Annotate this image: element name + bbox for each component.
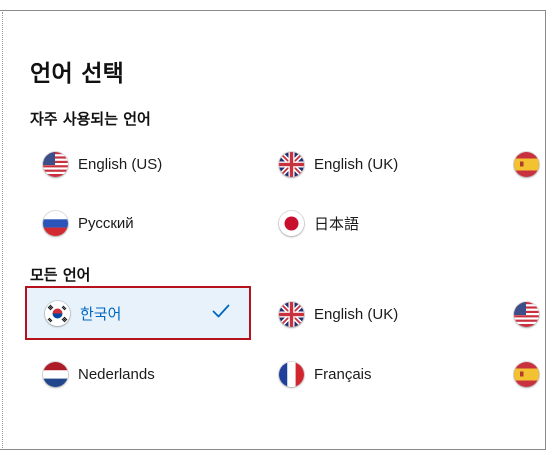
ru-flag-icon	[43, 210, 68, 236]
language-option-english-us[interactable]: English (US)	[43, 144, 162, 184]
language-option-spanish[interactable]	[514, 144, 549, 184]
nl-flag-icon	[43, 361, 68, 387]
language-label: English (US)	[78, 155, 163, 173]
checkmark-icon	[211, 301, 231, 321]
us-flag-icon	[43, 151, 68, 177]
jp-flag-icon	[279, 210, 304, 236]
language-label: Nederlands	[78, 365, 155, 383]
language-option-english-uk[interactable]: English (UK)	[279, 144, 398, 184]
language-option-english-us[interactable]	[514, 294, 549, 334]
language-option-korean[interactable]: 한국어	[25, 286, 251, 340]
dialog-title: 언어 선택	[30, 61, 125, 87]
us-flag-icon	[514, 301, 539, 327]
language-label: English (UK)	[314, 305, 399, 323]
kr-flag-icon	[45, 300, 70, 326]
language-label: 日本語	[314, 215, 360, 233]
es-flag-icon	[514, 151, 539, 177]
uk-flag-icon	[279, 301, 304, 327]
fr-flag-icon	[279, 361, 304, 387]
uk-flag-icon	[279, 151, 304, 177]
frequent-languages-heading: 자주 사용되는 언어	[30, 110, 151, 128]
language-label: Русский	[78, 214, 134, 232]
language-option-russian[interactable]: Русский	[43, 203, 134, 243]
language-label: 한국어	[80, 305, 122, 323]
language-option-dutch[interactable]: Nederlands	[43, 354, 155, 394]
language-label: Français	[314, 365, 372, 383]
all-languages-heading: 모든 언어	[30, 266, 91, 284]
language-option-japanese[interactable]: 日本語	[279, 203, 359, 243]
language-option-english-uk[interactable]: English (UK)	[279, 294, 398, 334]
es-flag-icon	[514, 361, 539, 387]
language-label: English (UK)	[314, 155, 399, 173]
dialog-left-edge	[2, 12, 3, 448]
language-option-french[interactable]: Français	[279, 354, 372, 394]
language-option-spanish[interactable]	[514, 354, 549, 394]
